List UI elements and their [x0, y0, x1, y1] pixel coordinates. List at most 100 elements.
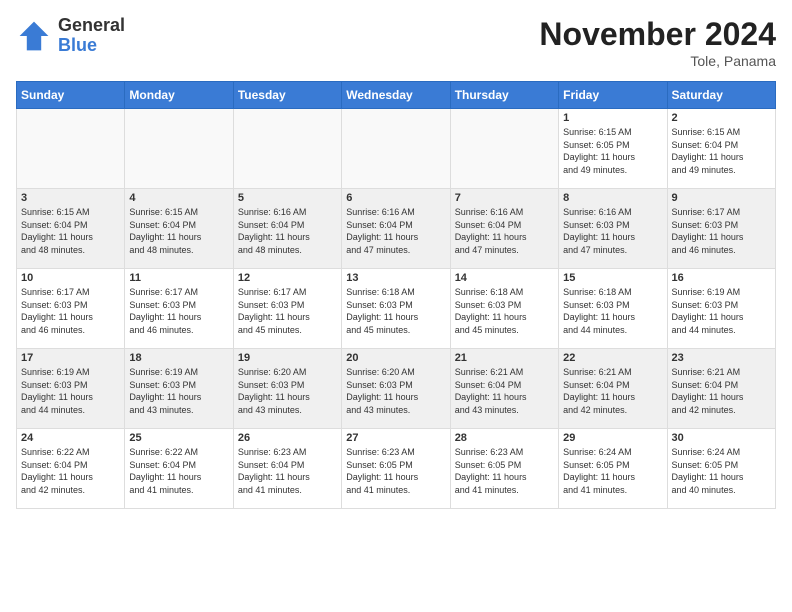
day-number: 7: [455, 192, 554, 204]
calendar-day-cell: [125, 109, 233, 189]
day-of-week-header: Wednesday: [342, 82, 450, 109]
day-info: Sunrise: 6:22 AM Sunset: 6:04 PM Dayligh…: [129, 446, 228, 496]
day-number: 28: [455, 432, 554, 444]
day-info: Sunrise: 6:16 AM Sunset: 6:04 PM Dayligh…: [238, 206, 337, 256]
day-info: Sunrise: 6:18 AM Sunset: 6:03 PM Dayligh…: [455, 286, 554, 336]
day-info: Sunrise: 6:18 AM Sunset: 6:03 PM Dayligh…: [346, 286, 445, 336]
calendar-day-cell: 19 Sunrise: 6:20 AM Sunset: 6:03 PM Dayli…: [233, 349, 341, 429]
day-number: 12: [238, 272, 337, 284]
calendar-day-cell: 23 Sunrise: 6:21 AM Sunset: 6:04 PM Dayli…: [667, 349, 775, 429]
calendar-day-cell: 14 Sunrise: 6:18 AM Sunset: 6:03 PM Dayli…: [450, 269, 558, 349]
day-info: Sunrise: 6:21 AM Sunset: 6:04 PM Dayligh…: [455, 366, 554, 416]
day-info: Sunrise: 6:20 AM Sunset: 6:03 PM Dayligh…: [238, 366, 337, 416]
day-info: Sunrise: 6:21 AM Sunset: 6:04 PM Dayligh…: [672, 366, 771, 416]
day-number: 25: [129, 432, 228, 444]
day-info: Sunrise: 6:19 AM Sunset: 6:03 PM Dayligh…: [21, 366, 120, 416]
calendar-day-cell: 11 Sunrise: 6:17 AM Sunset: 6:03 PM Dayli…: [125, 269, 233, 349]
calendar-week-row: 17 Sunrise: 6:19 AM Sunset: 6:03 PM Dayli…: [17, 349, 776, 429]
day-number: 23: [672, 352, 771, 364]
calendar-day-cell: [233, 109, 341, 189]
month-title: November 2024: [539, 16, 776, 53]
day-info: Sunrise: 6:23 AM Sunset: 6:04 PM Dayligh…: [238, 446, 337, 496]
day-info: Sunrise: 6:24 AM Sunset: 6:05 PM Dayligh…: [672, 446, 771, 496]
calendar-day-cell: 26 Sunrise: 6:23 AM Sunset: 6:04 PM Dayli…: [233, 429, 341, 509]
day-of-week-header: Saturday: [667, 82, 775, 109]
day-info: Sunrise: 6:17 AM Sunset: 6:03 PM Dayligh…: [672, 206, 771, 256]
calendar-day-cell: 25 Sunrise: 6:22 AM Sunset: 6:04 PM Dayli…: [125, 429, 233, 509]
day-info: Sunrise: 6:23 AM Sunset: 6:05 PM Dayligh…: [346, 446, 445, 496]
calendar-day-cell: 24Sunrise: 6:22 AM Sunset: 6:04 PM Dayli…: [17, 429, 125, 509]
day-info: Sunrise: 6:19 AM Sunset: 6:03 PM Dayligh…: [672, 286, 771, 336]
calendar-day-cell: [17, 109, 125, 189]
day-number: 15: [563, 272, 662, 284]
day-info: Sunrise: 6:18 AM Sunset: 6:03 PM Dayligh…: [563, 286, 662, 336]
day-of-week-header: Monday: [125, 82, 233, 109]
day-info: Sunrise: 6:16 AM Sunset: 6:04 PM Dayligh…: [346, 206, 445, 256]
day-of-week-header: Sunday: [17, 82, 125, 109]
day-number: 13: [346, 272, 445, 284]
day-number: 1: [563, 112, 662, 124]
day-info: Sunrise: 6:15 AM Sunset: 6:04 PM Dayligh…: [672, 126, 771, 176]
calendar-day-cell: 3 Sunrise: 6:15 AM Sunset: 6:04 PM Daylig…: [17, 189, 125, 269]
day-number: 30: [672, 432, 771, 444]
calendar-day-cell: [450, 109, 558, 189]
calendar-day-cell: 29 Sunrise: 6:24 AM Sunset: 6:05 PM Dayli…: [559, 429, 667, 509]
calendar-day-cell: 27 Sunrise: 6:23 AM Sunset: 6:05 PM Dayli…: [342, 429, 450, 509]
day-number: 17: [21, 352, 120, 364]
calendar-day-cell: 16 Sunrise: 6:19 AM Sunset: 6:03 PM Dayli…: [667, 269, 775, 349]
day-number: 18: [129, 352, 228, 364]
calendar-day-cell: 15 Sunrise: 6:18 AM Sunset: 6:03 PM Dayli…: [559, 269, 667, 349]
day-info: Sunrise: 6:17 AM Sunset: 6:03 PM Dayligh…: [21, 286, 120, 336]
calendar-day-cell: 17 Sunrise: 6:19 AM Sunset: 6:03 PM Dayli…: [17, 349, 125, 429]
calendar-day-cell: 13 Sunrise: 6:18 AM Sunset: 6:03 PM Dayli…: [342, 269, 450, 349]
day-number: 19: [238, 352, 337, 364]
calendar-day-cell: 2 Sunrise: 6:15 AM Sunset: 6:04 PM Daylig…: [667, 109, 775, 189]
day-info: Sunrise: 6:20 AM Sunset: 6:03 PM Dayligh…: [346, 366, 445, 416]
calendar-day-cell: 21 Sunrise: 6:21 AM Sunset: 6:04 PM Dayli…: [450, 349, 558, 429]
day-info: Sunrise: 6:17 AM Sunset: 6:03 PM Dayligh…: [238, 286, 337, 336]
day-number: 20: [346, 352, 445, 364]
calendar-day-cell: 7 Sunrise: 6:16 AM Sunset: 6:04 PM Daylig…: [450, 189, 558, 269]
calendar-day-cell: 20 Sunrise: 6:20 AM Sunset: 6:03 PM Dayli…: [342, 349, 450, 429]
day-number: 11: [129, 272, 228, 284]
day-number: 27: [346, 432, 445, 444]
day-of-week-header: Thursday: [450, 82, 558, 109]
day-number: 29: [563, 432, 662, 444]
logo-text: General Blue: [58, 16, 125, 56]
day-number: 16: [672, 272, 771, 284]
location: Tole, Panama: [539, 53, 776, 69]
day-of-week-header: Friday: [559, 82, 667, 109]
calendar-day-cell: 22 Sunrise: 6:21 AM Sunset: 6:04 PM Dayli…: [559, 349, 667, 429]
day-info: Sunrise: 6:23 AM Sunset: 6:05 PM Dayligh…: [455, 446, 554, 496]
logo: General Blue: [16, 16, 125, 56]
day-number: 10: [21, 272, 120, 284]
logo-blue-text: Blue: [58, 36, 125, 56]
calendar-day-cell: 1Sunrise: 6:15 AM Sunset: 6:05 PM Daylig…: [559, 109, 667, 189]
day-number: 22: [563, 352, 662, 364]
day-of-week-header: Tuesday: [233, 82, 341, 109]
calendar-week-row: 24Sunrise: 6:22 AM Sunset: 6:04 PM Dayli…: [17, 429, 776, 509]
calendar-day-cell: 9Sunrise: 6:17 AM Sunset: 6:03 PM Daylig…: [667, 189, 775, 269]
logo-icon: [16, 18, 52, 54]
calendar-day-cell: 5Sunrise: 6:16 AM Sunset: 6:04 PM Daylig…: [233, 189, 341, 269]
day-info: Sunrise: 6:15 AM Sunset: 6:04 PM Dayligh…: [21, 206, 120, 256]
day-number: 21: [455, 352, 554, 364]
day-number: 14: [455, 272, 554, 284]
calendar-day-cell: 28 Sunrise: 6:23 AM Sunset: 6:05 PM Dayli…: [450, 429, 558, 509]
day-number: 8: [563, 192, 662, 204]
page-header: General Blue November 2024 Tole, Panama: [16, 16, 776, 69]
day-number: 2: [672, 112, 771, 124]
day-info: Sunrise: 6:15 AM Sunset: 6:04 PM Dayligh…: [129, 206, 228, 256]
day-info: Sunrise: 6:21 AM Sunset: 6:04 PM Dayligh…: [563, 366, 662, 416]
day-info: Sunrise: 6:19 AM Sunset: 6:03 PM Dayligh…: [129, 366, 228, 416]
day-info: Sunrise: 6:17 AM Sunset: 6:03 PM Dayligh…: [129, 286, 228, 336]
day-number: 3: [21, 192, 120, 204]
calendar-day-cell: 30 Sunrise: 6:24 AM Sunset: 6:05 PM Dayli…: [667, 429, 775, 509]
day-number: 6: [346, 192, 445, 204]
calendar-day-cell: 8Sunrise: 6:16 AM Sunset: 6:03 PM Daylig…: [559, 189, 667, 269]
day-info: Sunrise: 6:24 AM Sunset: 6:05 PM Dayligh…: [563, 446, 662, 496]
day-number: 4: [129, 192, 228, 204]
calendar-week-row: 1Sunrise: 6:15 AM Sunset: 6:05 PM Daylig…: [17, 109, 776, 189]
day-number: 26: [238, 432, 337, 444]
day-info: Sunrise: 6:16 AM Sunset: 6:04 PM Dayligh…: [455, 206, 554, 256]
